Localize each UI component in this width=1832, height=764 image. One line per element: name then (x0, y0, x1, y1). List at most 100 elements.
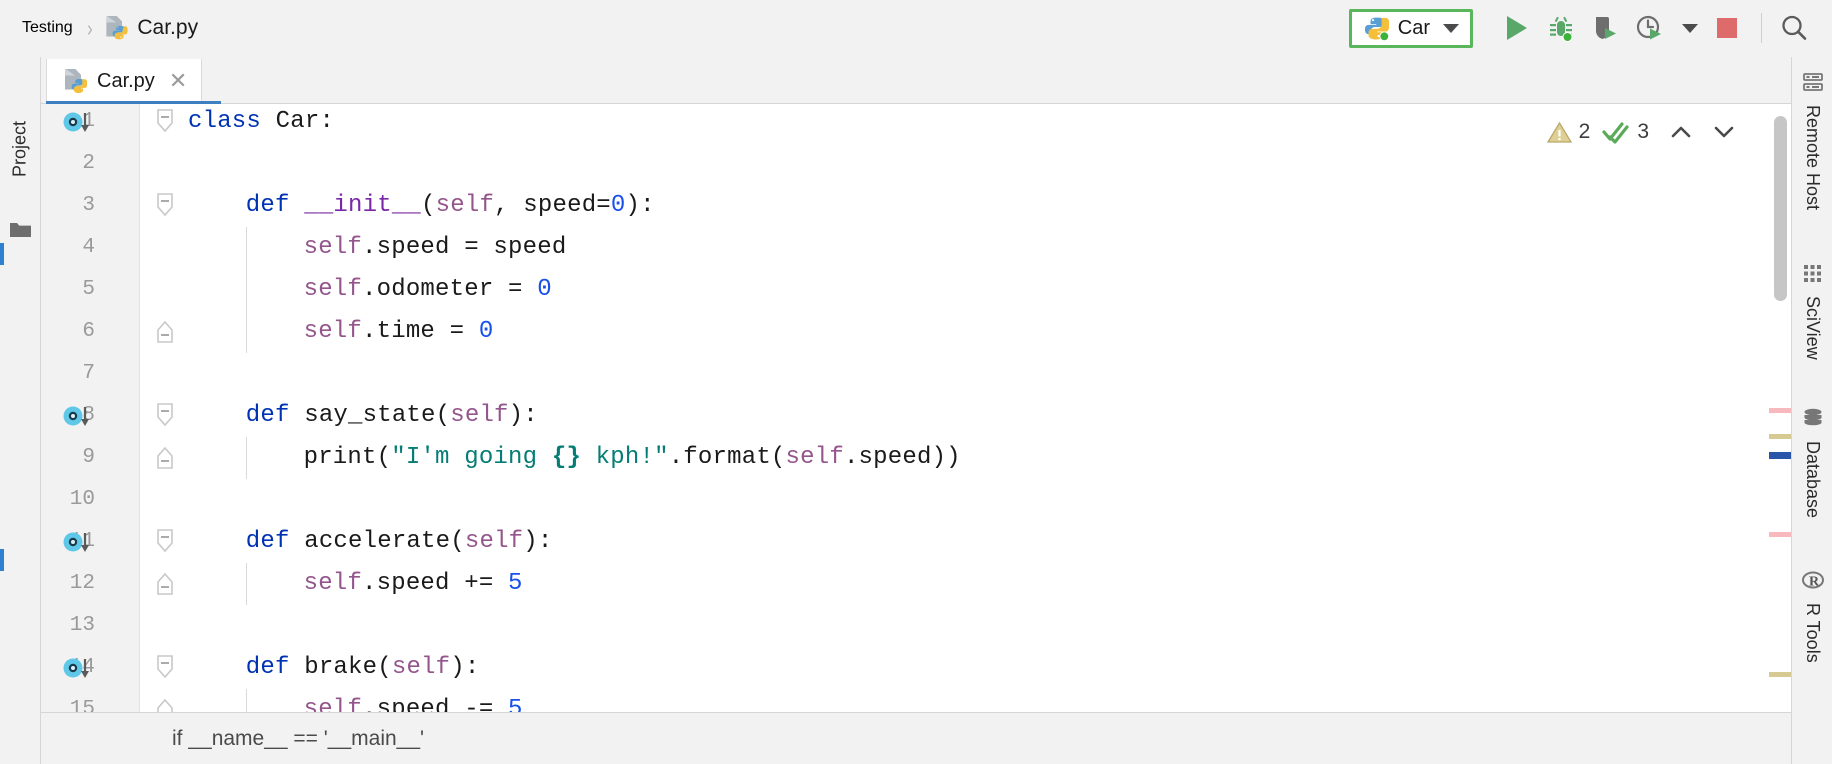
code-token: .odometer = (362, 276, 537, 303)
code-token: ( (450, 528, 465, 555)
profile-button[interactable] (1627, 6, 1671, 50)
code-token: kph!" (581, 444, 669, 471)
fold-collapse-start[interactable] (156, 529, 174, 553)
fold-collapse-end[interactable] (156, 445, 174, 469)
code-token: 0 (611, 192, 626, 219)
chevron-down-icon (1682, 24, 1698, 33)
sidebar-item-r-tools[interactable]: R R Tools (1792, 569, 1832, 663)
code-token (261, 108, 276, 135)
code-editor[interactable]: 1 2345678 91011 121314 15 (41, 104, 1791, 712)
line-number: 3 (41, 185, 139, 227)
fold-collapse-start[interactable] (156, 109, 174, 133)
project-folder-icon[interactable] (9, 220, 32, 244)
chevron-down-icon[interactable] (1709, 120, 1739, 144)
code-line[interactable]: print("I'm going {} kph!".format(self.sp… (304, 437, 961, 479)
svg-text:R: R (1809, 575, 1820, 590)
code-token: self (392, 654, 450, 681)
sidebar-item-sciview[interactable]: SciView (1792, 263, 1832, 360)
indent-guide (246, 689, 247, 712)
code-token: {} (552, 444, 581, 471)
stop-button[interactable] (1705, 6, 1749, 50)
breadcrumb-root[interactable]: Testing (22, 19, 73, 37)
code-line[interactable]: self.odometer = 0 (304, 269, 552, 311)
run-configuration-selector[interactable]: Car (1349, 9, 1473, 48)
run-button[interactable] (1495, 6, 1539, 50)
fold-collapse-start[interactable] (156, 655, 174, 679)
sidebar-label: SciView (1802, 296, 1823, 360)
profile-dropdown[interactable] (1671, 6, 1705, 50)
code-line[interactable]: class Car: (188, 104, 334, 143)
fold-collapse-start[interactable] (156, 403, 174, 427)
code-line[interactable]: self.speed = speed (304, 227, 567, 269)
code-token: self (786, 444, 844, 471)
stop-square-icon (1715, 16, 1739, 40)
editor-gutter[interactable]: 1 2345678 91011 121314 15 (41, 104, 140, 712)
error-stripe-marker[interactable] (1769, 408, 1791, 413)
code-content[interactable]: class Car:def __init__(self, speed=0):se… (188, 104, 1791, 712)
code-token: ( (377, 654, 392, 681)
code-line[interactable]: def __init__(self, speed=0): (246, 185, 655, 227)
code-line[interactable]: def say_state(self): (246, 395, 538, 437)
toolbar-actions: Car (1349, 6, 1832, 50)
sidebar-item-project[interactable]: Project (10, 121, 31, 177)
code-line[interactable]: def accelerate(self): (246, 521, 553, 563)
scrollbar-thumb[interactable] (1774, 116, 1787, 301)
close-icon[interactable]: ✕ (169, 70, 187, 92)
code-line[interactable]: def brake(self): (246, 647, 480, 689)
fold-collapse-end[interactable] (156, 319, 174, 343)
code-token: ): (523, 528, 552, 555)
code-token: .time = (362, 318, 479, 345)
inspection-widget[interactable]: 2 3 (1547, 120, 1739, 144)
code-token: self (304, 234, 362, 261)
code-token: print( (304, 444, 392, 471)
indent-guide (246, 227, 247, 269)
breadcrumb-file[interactable]: Car.py (137, 16, 198, 40)
sidebar-item-remote-host[interactable]: Remote Host (1792, 71, 1832, 210)
code-line[interactable]: self.speed -= 5 (304, 689, 523, 712)
run-method-icon[interactable] (63, 405, 97, 427)
main-toolbar: Testing › Car.py Car (0, 0, 1832, 57)
chevron-up-icon[interactable] (1666, 120, 1696, 144)
error-stripe-marker[interactable] (1769, 452, 1791, 459)
code-token: "I'm going (391, 444, 552, 471)
code-token: self (465, 528, 523, 555)
run-method-icon[interactable] (63, 531, 97, 553)
server-rack-icon (1802, 71, 1824, 98)
run-method-icon[interactable] (63, 111, 97, 133)
run-method-icon[interactable] (63, 657, 97, 679)
code-line[interactable]: self.speed += 5 (304, 563, 523, 605)
code-token: ( (436, 402, 451, 429)
right-tool-rail: Remote Host SciView (1791, 57, 1832, 764)
debug-button[interactable] (1539, 6, 1583, 50)
code-token: accelerate (304, 528, 450, 555)
search-magnifier-icon (1779, 13, 1809, 43)
error-stripe-marker[interactable] (1769, 672, 1791, 677)
sidebar-item-database[interactable]: Database (1792, 407, 1832, 518)
sidebar-label: Database (1802, 441, 1823, 518)
code-token: say_state (304, 402, 435, 429)
code-folding-column[interactable] (140, 104, 188, 712)
r-logo-icon: R (1802, 569, 1824, 596)
tab-car-py[interactable]: Car.py ✕ (46, 59, 202, 103)
run-with-coverage-button[interactable] (1583, 6, 1627, 50)
breadcrumb-context[interactable]: if __name__ == '__main__' (41, 727, 424, 751)
code-token (290, 654, 305, 681)
code-token: .speed)) (844, 444, 961, 471)
error-stripe-column[interactable] (1769, 104, 1791, 712)
code-token: brake (304, 654, 377, 681)
fold-collapse-end[interactable] (156, 697, 174, 712)
python-file-icon (64, 69, 87, 94)
error-stripe-marker[interactable] (1769, 434, 1791, 439)
search-everywhere-button[interactable] (1772, 6, 1816, 50)
fold-collapse-start[interactable] (156, 193, 174, 217)
code-line[interactable]: self.time = 0 (304, 311, 494, 353)
warning-count: 2 (1579, 120, 1591, 144)
line-number: 9 (41, 437, 139, 479)
chevron-down-icon[interactable] (1443, 24, 1459, 33)
code-token: self (450, 402, 508, 429)
error-stripe-marker[interactable] (1769, 532, 1791, 537)
fold-collapse-end[interactable] (156, 571, 174, 595)
line-number: 15 (41, 689, 139, 712)
code-token: self (304, 570, 362, 597)
python-run-config-icon (1364, 16, 1389, 41)
